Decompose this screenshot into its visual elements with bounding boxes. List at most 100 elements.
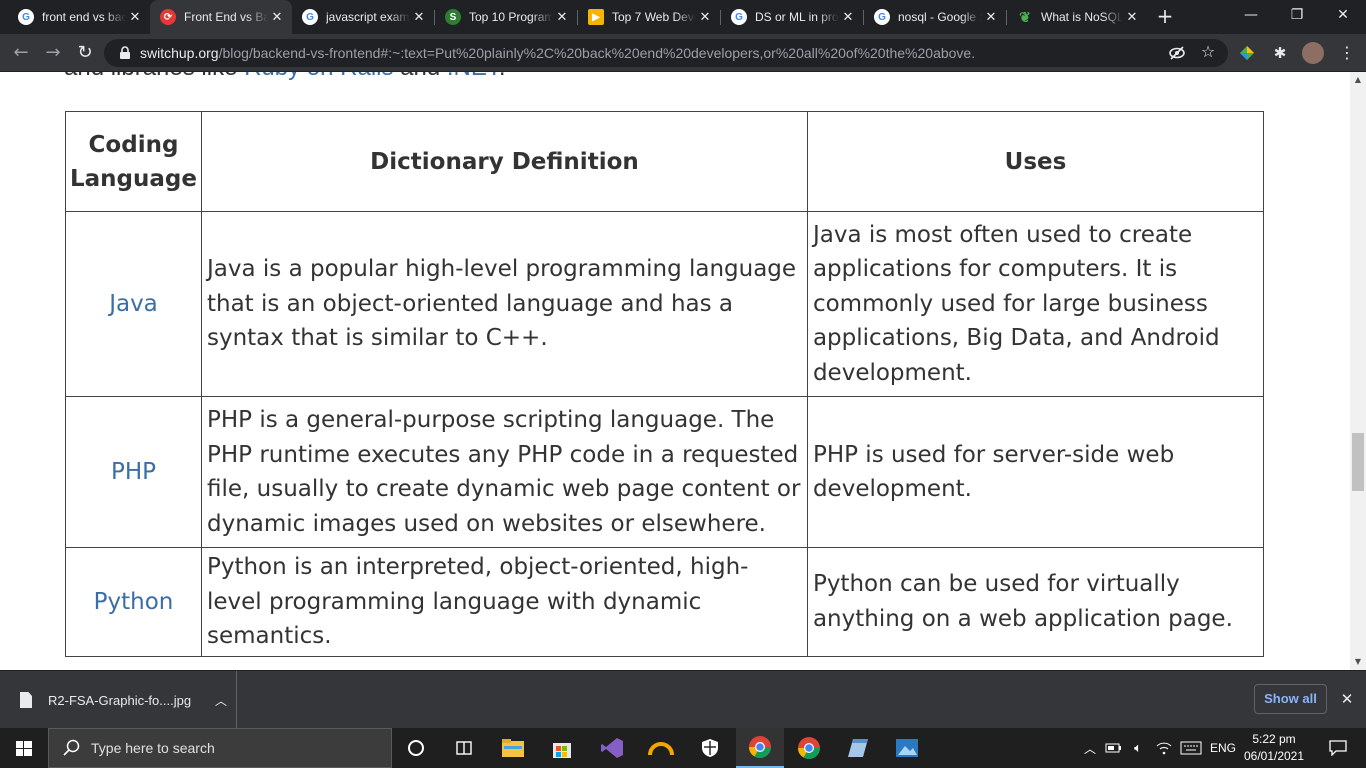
close-tab-icon[interactable]: ✕ — [268, 9, 286, 25]
minimize-button[interactable]: — — [1228, 0, 1274, 34]
wifi-icon[interactable] — [1154, 728, 1174, 768]
java-link[interactable]: Java — [109, 291, 158, 317]
tab-ds-or-ml[interactable]: G DS or ML in production ✕ — [721, 0, 863, 34]
google-icon: G — [302, 9, 318, 25]
uses-cell: Python can be used for virtually anythin… — [806, 547, 1265, 657]
table-row-php: PHP PHP is a general-purpose scripting l… — [65, 396, 1265, 548]
definition-cell: PHP is a general-purpose scripting langu… — [200, 396, 808, 548]
arc-app-icon[interactable] — [637, 728, 685, 768]
header-dictionary-definition: Dictionary Definition — [200, 111, 808, 212]
scroll-up-arrow-icon[interactable]: ▲ — [1350, 72, 1366, 88]
tab-top-10-languages[interactable]: S Top 10 Programming Languages ✕ — [435, 0, 577, 34]
close-tab-icon[interactable]: ✕ — [553, 9, 571, 25]
search-placeholder: Type here to search — [91, 740, 215, 756]
close-tab-icon[interactable]: ✕ — [982, 9, 1000, 25]
close-download-bar-icon[interactable]: ✕ — [1337, 689, 1357, 709]
tab-title: Top 10 Programming Languages — [469, 10, 553, 24]
cortana-icon[interactable] — [392, 728, 440, 768]
touch-keyboard-icon[interactable] — [1178, 728, 1204, 768]
google-icon: G — [18, 9, 34, 25]
photos-app-icon[interactable] — [883, 728, 931, 768]
notes-app-icon[interactable] — [834, 728, 882, 768]
tab-javascript-examples[interactable]: G javascript examples - Google Search ✕ — [292, 0, 434, 34]
reload-button[interactable]: ↻ — [72, 40, 98, 66]
switchup-icon: ⟳ — [160, 9, 176, 25]
php-link[interactable]: PHP — [111, 459, 156, 485]
security-shield-icon[interactable] — [686, 728, 734, 768]
bookmark-star-icon[interactable]: ☆ — [1199, 43, 1217, 61]
paragraph-text: and — [394, 72, 447, 81]
tab-strip: G front end vs back end - Google Search … — [0, 0, 1366, 34]
file-icon — [20, 692, 32, 708]
taskbar-clock[interactable]: 5:22 pm 06/01/2021 — [1240, 731, 1308, 765]
profile-avatar[interactable] — [1302, 42, 1324, 64]
close-tab-icon[interactable]: ✕ — [1123, 9, 1141, 25]
file-explorer-icon[interactable] — [489, 728, 537, 768]
action-center-icon[interactable] — [1318, 728, 1358, 768]
table-header-row: Coding Language Dictionary Definition Us… — [65, 111, 1265, 212]
close-window-button[interactable]: ✕ — [1320, 0, 1366, 34]
close-tab-icon[interactable]: ✕ — [410, 9, 428, 25]
battery-icon[interactable] — [1104, 728, 1124, 768]
back-button[interactable]: ← — [8, 40, 34, 66]
uses-cell: PHP is used for server-side web developm… — [806, 396, 1265, 548]
tab-title: What is NoSQL? — [1041, 10, 1123, 24]
download-item[interactable]: R2-FSA-Graphic-fo....jpg ︿ — [0, 671, 237, 729]
search-icon — [63, 739, 80, 756]
eye-slash-icon[interactable] — [1168, 44, 1186, 62]
menu-kebab-icon[interactable]: ⋮ — [1338, 44, 1356, 62]
language-cell: PHP — [65, 396, 202, 548]
definition-cell: Python is an interpreted, object-oriente… — [200, 547, 808, 657]
show-all-downloads-button[interactable]: Show all — [1254, 684, 1327, 714]
taskbar-search-box[interactable]: Type here to search — [48, 728, 392, 768]
definition-cell: Java is a popular high-level programming… — [200, 211, 808, 397]
paragraph-text: and libraries like — [64, 72, 244, 81]
tab-top-7-web-dev[interactable]: ▶ Top 7 Web Development ✕ — [578, 0, 720, 34]
new-tab-button[interactable]: + — [1154, 5, 1176, 27]
url-text[interactable]: switchup.org/blog/backend-vs-frontend#:~… — [140, 45, 975, 61]
close-tab-icon[interactable]: ✕ — [126, 9, 144, 25]
language-cell: Python — [65, 547, 202, 657]
page-scrollbar[interactable]: ▲ ▼ — [1350, 72, 1366, 670]
visual-studio-icon[interactable] — [588, 728, 636, 768]
address-bar[interactable]: switchup.org/blog/backend-vs-frontend#:~… — [104, 39, 1228, 67]
close-tab-icon[interactable]: ✕ — [696, 9, 714, 25]
tab-nosql-search[interactable]: G nosql - Google Search ✕ — [864, 0, 1006, 34]
chrome-taskbar-icon[interactable] — [785, 728, 833, 768]
task-view-icon[interactable] — [440, 728, 488, 768]
paragraph-text: . — [499, 72, 506, 81]
scrollbar-thumb[interactable] — [1352, 433, 1364, 491]
browser-toolbar: ← → ↻ switchup.org/blog/backend-vs-front… — [0, 34, 1366, 72]
volume-icon[interactable]: 🔈︎ — [1128, 728, 1148, 768]
lock-icon[interactable] — [118, 46, 132, 60]
language-cell: Java — [65, 211, 202, 397]
tab-front-end-vs-back-end[interactable]: ⟳ Front End vs Back End ✕ — [150, 0, 292, 34]
chrome-profile-taskbar-icon[interactable] — [736, 728, 784, 768]
tab-title: DS or ML in production — [755, 10, 839, 24]
uses-cell: Java is most often used to create applic… — [806, 211, 1265, 397]
tab-what-is-nosql[interactable]: ❦ What is NoSQL? ✕ — [1007, 0, 1147, 34]
url-path: /blog/backend-vs-frontend#:~:text=Put%20… — [218, 45, 976, 61]
chevron-up-icon[interactable]: ︿ — [206, 692, 236, 709]
table-row-java: Java Java is a popular high-level progra… — [65, 211, 1265, 397]
dotnet-link[interactable]: .NET — [447, 72, 499, 81]
windows-start-icon[interactable] — [0, 728, 48, 768]
slides-icon: ▶ — [588, 9, 604, 25]
url-host: switchup.org — [140, 45, 219, 61]
input-language-indicator[interactable]: ENG — [1206, 728, 1240, 768]
tab-front-end-search[interactable]: G front end vs back end - Google Search … — [8, 0, 150, 34]
tab-title: nosql - Google Search — [898, 10, 982, 24]
python-link[interactable]: Python — [94, 589, 174, 615]
extension-gem-icon[interactable] — [1238, 44, 1256, 62]
microsoft-store-icon[interactable] — [538, 728, 586, 768]
extensions-puzzle-icon[interactable]: ✱ — [1271, 44, 1289, 62]
close-tab-icon[interactable]: ✕ — [839, 9, 857, 25]
ruby-on-rails-link[interactable]: Ruby on Rails — [244, 72, 393, 81]
download-file-name: R2-FSA-Graphic-fo....jpg — [48, 692, 192, 708]
scroll-down-arrow-icon[interactable]: ▼ — [1350, 654, 1366, 670]
forward-button[interactable]: → — [40, 40, 66, 66]
restore-button[interactable]: ❐ — [1274, 0, 1320, 34]
web-page-content: and libraries like Ruby on Rails and .NE… — [0, 72, 1350, 670]
show-hidden-icons-chevron-icon[interactable]: ︿ — [1082, 728, 1098, 768]
google-icon: G — [874, 9, 890, 25]
